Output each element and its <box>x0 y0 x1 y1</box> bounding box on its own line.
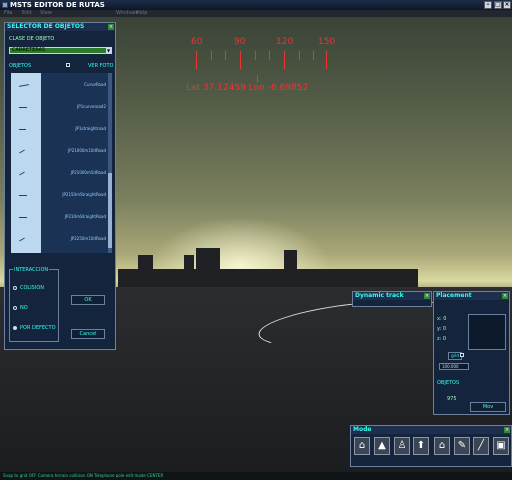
app-icon <box>2 2 8 8</box>
radio-collision[interactable] <box>13 286 17 290</box>
scrollbar-thumb[interactable] <box>108 173 112 248</box>
compass-heading-90: 90 <box>234 37 246 47</box>
interaction-label: INTERACCION <box>13 267 50 273</box>
see-photo-label: VER FOTO <box>88 63 114 69</box>
compass-heading-60: 60 <box>191 37 203 47</box>
compass-tick <box>211 51 212 60</box>
ok-button[interactable]: OK <box>71 295 105 305</box>
grid-value-field[interactable]: 100.000 <box>439 363 469 370</box>
thumbnail-image <box>19 195 27 196</box>
compass-heading-120: 120 <box>276 37 294 47</box>
list-item[interactable]: JP2250m10dRoad <box>71 236 106 241</box>
option-default-label: POR DEFECTO <box>20 325 56 331</box>
menu-windows[interactable]: Windows <box>116 10 138 17</box>
list-item[interactable]: JP210mStraightRoad <box>65 214 106 219</box>
list-item[interactable]: CurveRoad <box>84 82 106 87</box>
panel-title: Dynamic track <box>353 292 431 300</box>
objects-label: OBJETOS <box>9 63 32 69</box>
thumbnail-image <box>19 217 27 218</box>
list-item[interactable]: JP1curveroad2 <box>77 104 106 109</box>
object-selector-panel: SELECTOR DE OBJETOS × CLASE DE OBJETO CA… <box>4 22 116 350</box>
compass-tick <box>269 51 270 60</box>
compass-tick <box>326 51 327 69</box>
thumbnail-image <box>19 107 27 108</box>
menu-edit[interactable]: Edit <box>22 10 32 17</box>
object-class-select[interactable]: CARRETERAS ▼ <box>9 47 112 54</box>
object-class-label: CLASE DE OBJETO <box>9 36 55 42</box>
status-bar: Snap to grid OFF Camera terrain collisio… <box>0 472 512 480</box>
compass-tick <box>313 51 314 60</box>
window-title: MSTS EDITOR DE RUTAS <box>10 1 105 9</box>
placement-panel: Placement × x: 0 y: 0 z: 0 grid 100.000 … <box>433 291 510 415</box>
thumbnail-image <box>18 84 30 87</box>
y-coordinate: y: 0 <box>437 326 447 332</box>
compass-overlay: 60 90 120 150 Lat 37.12459 Lon -6.69852 <box>185 37 345 117</box>
title-bar: MSTS EDITOR DE RUTAS – □ × <box>0 0 512 10</box>
menu-help[interactable]: Help <box>136 10 147 17</box>
option-collision-label: COLISION <box>20 285 45 291</box>
compass-center-marker <box>257 75 258 82</box>
grid-checkbox[interactable] <box>460 353 464 357</box>
panel-title: Placement <box>434 292 509 300</box>
object-list[interactable]: CurveRoad JP1curveroad2 JP1straightroad … <box>11 73 112 253</box>
panel-title: SELECTOR DE OBJETOS <box>5 23 115 31</box>
road-icon[interactable]: ╱ <box>473 437 489 455</box>
thumbnail-column <box>11 73 41 253</box>
compass-tick <box>225 51 226 60</box>
house-outline-icon[interactable]: ⌂ <box>434 437 450 455</box>
signal-icon[interactable]: ▲ <box>374 437 390 455</box>
minimize-icon[interactable]: – <box>484 1 492 9</box>
option-no-label: NO <box>20 305 28 311</box>
list-item[interactable]: JP21000m10dRoad <box>68 148 106 153</box>
close-icon[interactable]: × <box>424 293 430 299</box>
see-photo-checkbox[interactable] <box>66 63 70 67</box>
move-button[interactable]: Mov <box>470 402 506 412</box>
object-class-value: CARRETERAS <box>12 47 46 53</box>
thumbnail-image <box>19 237 25 242</box>
z-coordinate: z: 0 <box>437 336 447 342</box>
x-coordinate: x: 0 <box>437 316 447 322</box>
compass-tick <box>255 51 256 60</box>
thumbnail-image <box>19 149 25 154</box>
list-item[interactable]: JP2150mStraightRoad <box>62 192 106 197</box>
close-icon[interactable]: × <box>503 1 511 9</box>
menu-file[interactable]: File <box>4 10 12 17</box>
close-icon[interactable]: × <box>108 24 114 30</box>
pen-icon[interactable]: ✎ <box>454 437 470 455</box>
radio-no[interactable] <box>13 306 17 310</box>
coordinates-readout: Lat 37.12459 Lon -6.69852 <box>186 83 309 93</box>
house-icon[interactable]: ⌂ <box>354 437 370 455</box>
interaction-group: INTERACCION COLISION NO POR DEFECTO <box>9 267 59 342</box>
dynamic-track-panel: Dynamic track × <box>352 291 432 307</box>
thumbnail-image <box>19 129 26 130</box>
objects-count: 975 <box>447 396 457 402</box>
compass-tick <box>196 51 197 69</box>
lamp-icon[interactable]: ♙ <box>394 437 410 455</box>
thumbnail-image <box>19 171 25 176</box>
list-item[interactable]: JP1straightroad <box>75 126 106 131</box>
cancel-button[interactable]: Cancel <box>71 329 105 339</box>
compass-tick <box>299 51 300 60</box>
close-icon[interactable]: × <box>502 293 508 299</box>
panel-title: Mode <box>351 426 511 434</box>
marker-icon[interactable]: ⬆ <box>413 437 429 455</box>
menu-bar: File Edit View Windows Help <box>0 10 512 17</box>
close-icon[interactable]: × <box>504 427 510 433</box>
list-item[interactable]: JP21000m5dRoad <box>71 170 106 175</box>
list-scrollbar[interactable] <box>108 73 112 253</box>
compass-tick <box>240 51 241 69</box>
compass-tick <box>284 51 285 69</box>
radio-default[interactable] <box>13 326 17 330</box>
maximize-icon[interactable]: □ <box>494 1 502 9</box>
chevron-down-icon[interactable]: ▼ <box>106 48 111 53</box>
objects-label: OBJETOS <box>437 380 460 386</box>
menu-view[interactable]: View <box>40 10 52 17</box>
car-icon[interactable]: ▣ <box>493 437 509 455</box>
compass-heading-150: 150 <box>318 37 336 47</box>
coordinate-box[interactable] <box>468 314 506 350</box>
